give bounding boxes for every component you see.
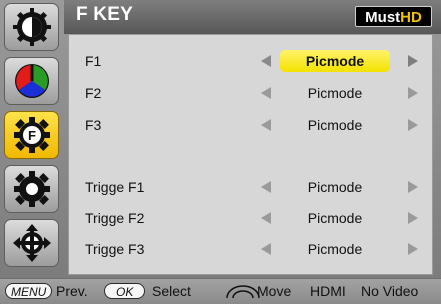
sidebar-item-settings[interactable] — [4, 165, 59, 213]
menu-row-f1[interactable]: F1 Picmode — [69, 49, 432, 73]
footer-move-text: Move — [257, 283, 292, 299]
menu-row-value[interactable]: Picmode — [280, 50, 390, 72]
menu-row-label: Trigge F1 — [85, 179, 145, 195]
arrow-left-icon[interactable] — [261, 55, 271, 67]
arrow-left-icon[interactable] — [261, 243, 271, 255]
arrow-right-icon[interactable] — [408, 181, 418, 193]
footer-hint-bar: MENU Prev. OK Select Move HDMI No Video — [0, 278, 441, 304]
sidebar-item-position[interactable] — [4, 219, 59, 267]
move-icon — [12, 224, 51, 262]
menu-row-value[interactable]: Picmode — [280, 82, 390, 104]
menu-row-trigge-f1[interactable]: Trigge F1 Picmode — [69, 175, 432, 199]
menu-row-value[interactable]: Picmode — [280, 114, 390, 136]
footer-prev-text: Prev. — [56, 283, 88, 299]
arrow-right-icon[interactable] — [408, 55, 418, 67]
sidebar: F — [0, 0, 64, 278]
menu-row-trigge-f2[interactable]: Trigge F2 Picmode — [69, 206, 432, 230]
brand-logo-text-hd: HD — [400, 9, 422, 26]
menu-row-value[interactable]: Picmode — [280, 207, 390, 229]
arrow-left-icon[interactable] — [261, 119, 271, 131]
ok-key-pill: OK — [104, 283, 146, 299]
contrast-icon — [12, 8, 51, 46]
menu-row-label: F1 — [85, 53, 102, 69]
input-source-text: HDMI — [310, 283, 346, 299]
color-icon — [14, 64, 49, 98]
fkey-gear-icon: F — [13, 117, 50, 153]
sidebar-item-color[interactable] — [4, 57, 59, 105]
arrow-right-icon[interactable] — [408, 243, 418, 255]
sidebar-item-fkey[interactable]: F — [4, 111, 59, 159]
brand-logo: MustHD — [355, 6, 432, 27]
footer-select-text: Select — [152, 283, 191, 299]
menu-row-trigge-f3[interactable]: Trigge F3 Picmode — [69, 237, 432, 261]
svg-text:F: F — [28, 128, 36, 143]
arrow-left-icon[interactable] — [261, 181, 271, 193]
brand-logo-text-must: Must — [365, 9, 401, 26]
menu-row-label: Trigge F3 — [85, 241, 145, 257]
osd-window: F F KEY MustHD F1 Picmode F2 Picmode F3 … — [0, 0, 441, 278]
menu-key-pill: MENU — [5, 283, 53, 299]
menu-row-label: F3 — [85, 117, 102, 133]
page-title: F KEY — [76, 4, 133, 25]
menu-row-f3[interactable]: F3 Picmode — [69, 113, 432, 137]
settings-panel: F1 Picmode F2 Picmode F3 Picmode Trigge … — [68, 34, 433, 275]
header-bar: F KEY MustHD — [64, 0, 441, 34]
sidebar-item-contrast[interactable] — [4, 3, 59, 51]
menu-row-label: Trigge F2 — [85, 210, 145, 226]
menu-row-f2[interactable]: F2 Picmode — [69, 81, 432, 105]
arrow-right-icon[interactable] — [408, 87, 418, 99]
settings-gear-icon — [13, 171, 50, 207]
arrow-right-icon[interactable] — [408, 212, 418, 224]
menu-row-value[interactable]: Picmode — [280, 176, 390, 198]
signal-status-text: No Video — [361, 283, 419, 299]
menu-row-label: F2 — [85, 85, 102, 101]
arrow-left-icon[interactable] — [261, 87, 271, 99]
menu-row-value[interactable]: Picmode — [280, 238, 390, 260]
arrow-right-icon[interactable] — [408, 119, 418, 131]
arrow-left-icon[interactable] — [261, 212, 271, 224]
